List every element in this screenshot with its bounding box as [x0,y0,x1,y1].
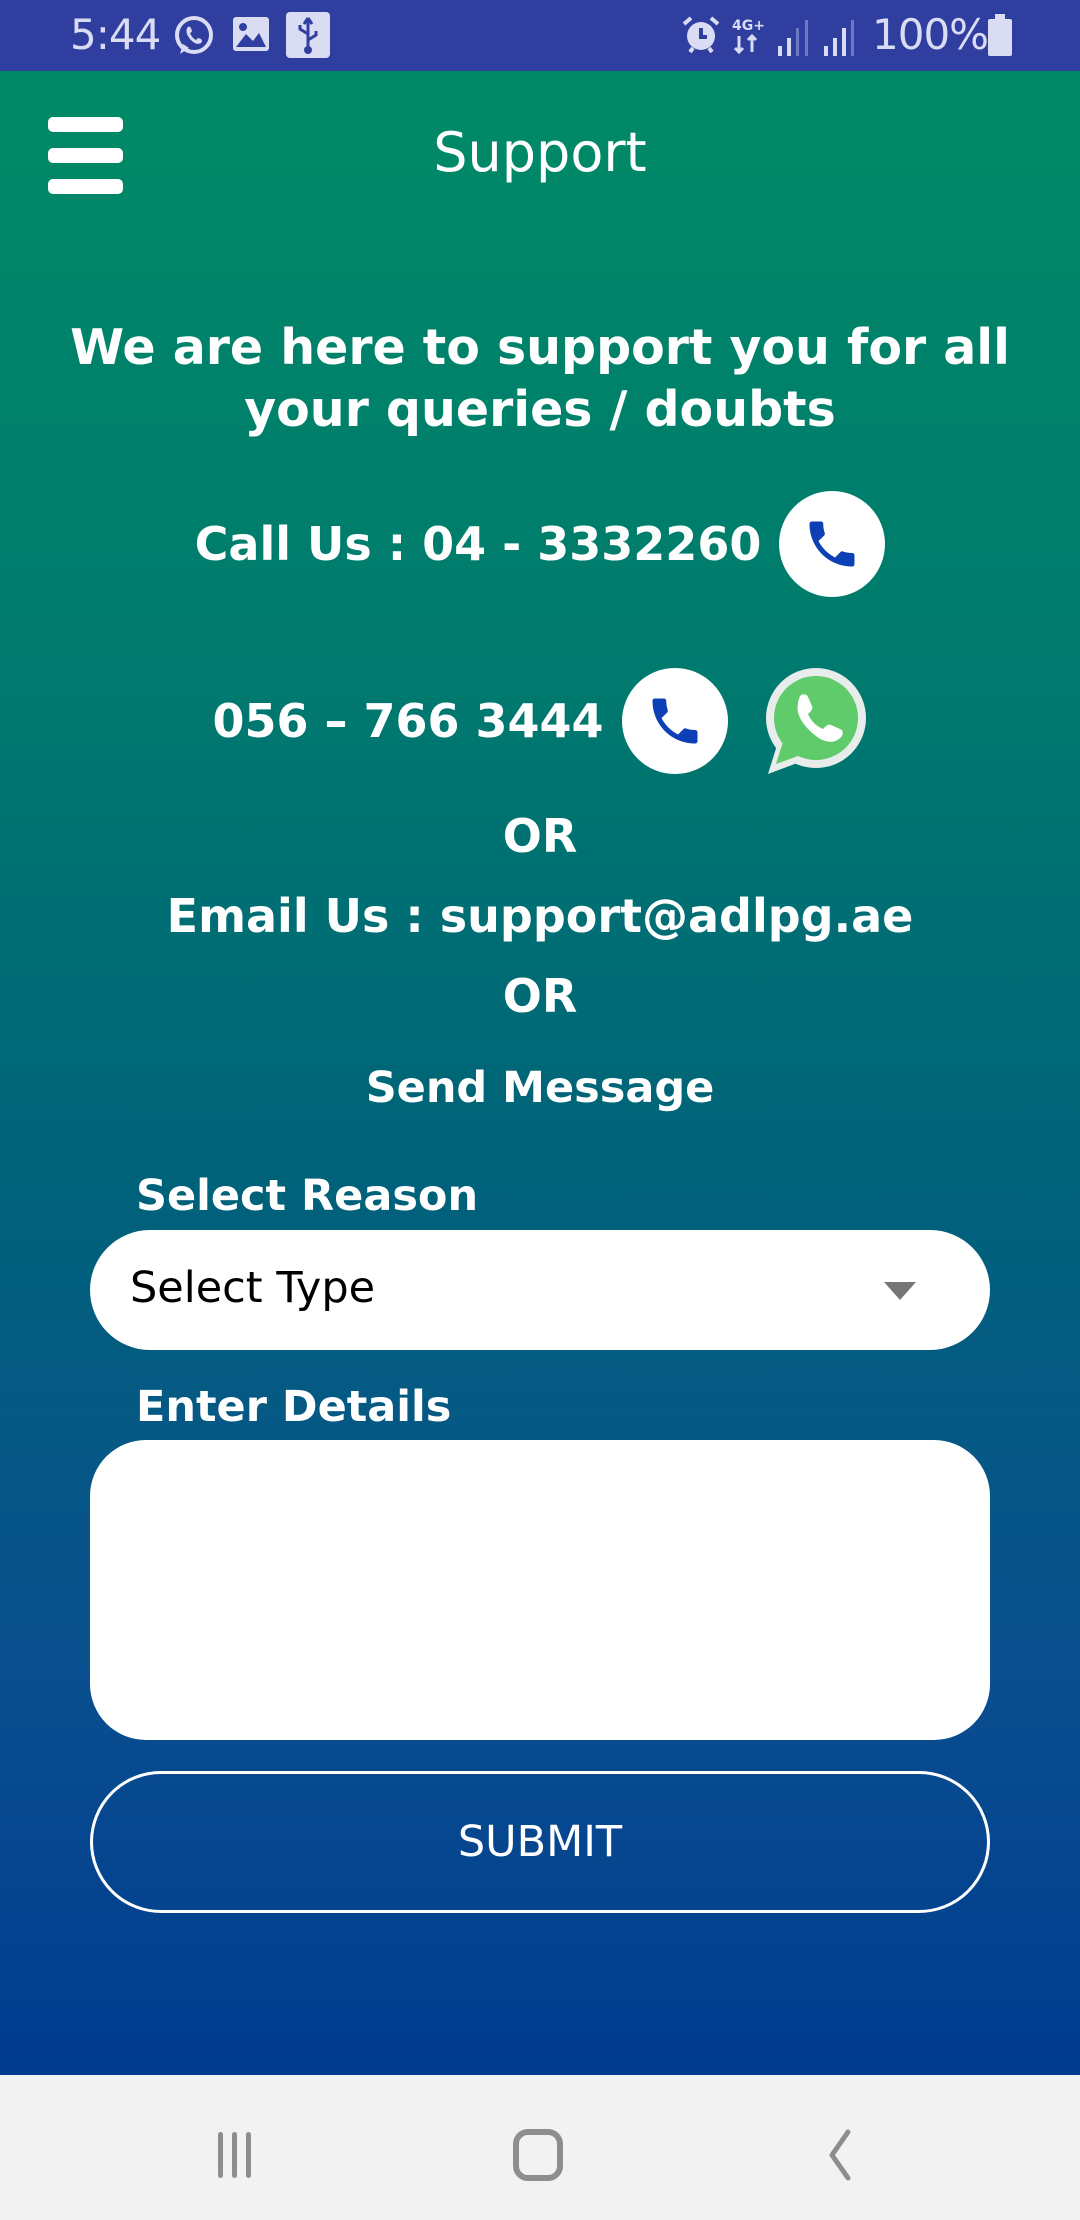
status-bar: 5:44 4G+ 100% [0,0,1080,71]
or-divider-1: OR [502,809,578,863]
gallery-notification-icon [232,14,270,58]
phone-icon [809,521,855,567]
dropdown-caret-icon [884,1282,916,1300]
recent-apps-icon [218,2132,251,2178]
alarm-icon [680,14,722,60]
usb-icon [286,12,330,62]
status-time: 5:44 [70,10,161,59]
signal-strength-icon-2 [822,18,858,62]
intro-text: We are here to support you for all your … [70,319,1010,438]
home-icon [513,2129,563,2181]
back-icon [829,2129,851,2181]
mobile-row: 056 – 766 3444 [0,666,1080,776]
send-message-heading: Send Message [365,1063,715,1113]
support-screen: Support We are here to support you for a… [0,71,1080,2075]
svg-text:4G+: 4G+ [732,18,765,34]
call-mobile-button[interactable] [621,668,728,774]
call-us-text: Call Us : 04 - 3332260 [194,517,762,571]
call-landline-button[interactable] [779,491,886,597]
phone-icon [652,698,698,744]
mobile-number-text: 056 – 766 3444 [212,694,604,748]
system-nav-bar [0,2075,1080,2220]
whatsapp-icon [765,668,866,774]
whatsapp-notification-icon [172,14,216,62]
battery-icon [988,14,1012,60]
landline-row: Call Us : 04 - 3332260 [0,491,1080,597]
email-us-link[interactable]: Email Us : support@adlpg.ae [0,889,1080,943]
whatsapp-button[interactable] [762,666,868,776]
page-title: Support [433,121,647,184]
network-4g-icon: 4G+ [730,16,766,60]
battery-percentage: 100% [872,10,989,59]
reason-selected-value: Select Type [130,1263,376,1313]
select-reason-label: Select Reason [136,1171,479,1221]
home-button[interactable] [498,2115,578,2195]
recent-apps-button[interactable] [195,2115,275,2195]
back-button[interactable] [800,2115,880,2195]
signal-strength-icon-1 [776,18,812,62]
enter-details-label: Enter Details [136,1382,452,1432]
or-divider-2: OR [502,969,578,1023]
reason-dropdown[interactable]: Select Type [90,1230,990,1350]
submit-button[interactable]: SUBMIT [90,1771,990,1913]
details-textarea[interactable] [90,1440,990,1740]
